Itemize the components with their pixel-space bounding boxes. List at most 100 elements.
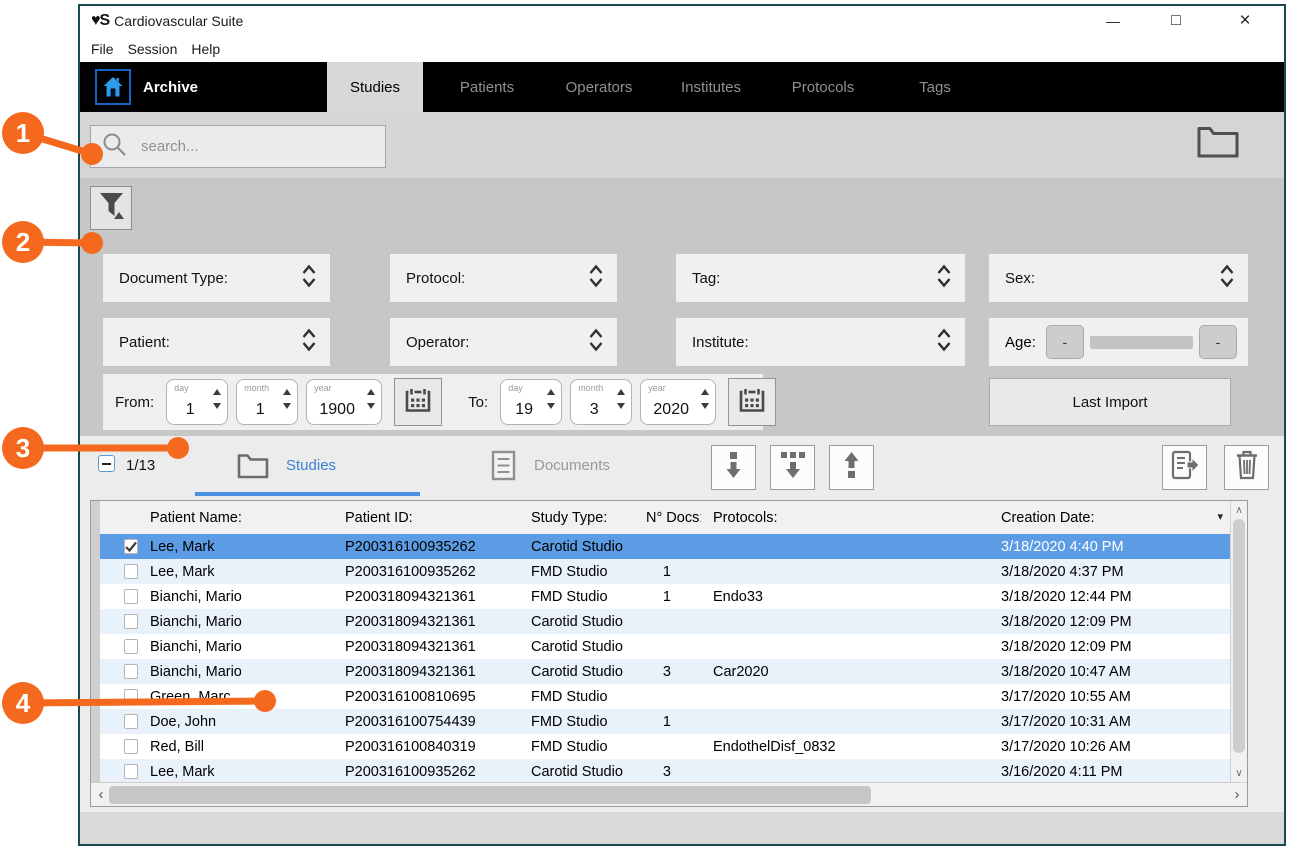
chevron-updown-icon (588, 263, 604, 293)
scroll-down-icon[interactable]: ∨ (1231, 765, 1247, 781)
spinner-arrows[interactable] (617, 389, 625, 409)
table-row[interactable]: Lee, MarkP200316100935262FMD Studio13/18… (100, 559, 1230, 584)
filter-dropdown-operator[interactable]: Operator: (390, 318, 617, 366)
to-month-spinner[interactable]: month 3 (570, 379, 632, 425)
filter-dropdown-protocol[interactable]: Protocol: (390, 254, 617, 302)
filter-dropdown-sex[interactable]: Sex: (989, 254, 1248, 302)
search-placeholder: search... (141, 138, 199, 155)
table-row[interactable]: Doe, JohnP200316100754439FMD Studio13/17… (100, 709, 1230, 734)
collapse-button[interactable] (829, 445, 874, 490)
menu-item-session[interactable]: Session (128, 41, 178, 57)
horizontal-scrollbar[interactable]: ‹ › (91, 782, 1247, 806)
row-checkbox[interactable] (124, 614, 138, 629)
row-checkbox[interactable] (124, 564, 138, 579)
vertical-scrollbar-thumb[interactable] (1233, 519, 1245, 753)
maximize-button[interactable]: □ (1159, 6, 1193, 36)
table-row[interactable]: Green, MarcP200316100810695FMD Studio3/1… (100, 684, 1230, 709)
table-row[interactable]: Bianchi, MarioP200318094321361Carotid St… (100, 634, 1230, 659)
last-import-button[interactable]: Last Import (989, 378, 1231, 426)
table-row[interactable]: Bianchi, MarioP200318094321361FMD Studio… (100, 584, 1230, 609)
column-header-patient-name: Patient Name: (138, 510, 333, 526)
cell-patient-id: P200318094321361 (333, 639, 519, 655)
filter-dropdown-patient[interactable]: Patient: (103, 318, 330, 366)
sort-caret-icon[interactable]: ▾ (1217, 510, 1223, 523)
minimize-button[interactable]: — (1096, 6, 1130, 36)
spinner-arrows[interactable] (283, 389, 291, 409)
menu-item-file[interactable]: File (91, 41, 114, 57)
table-row[interactable]: Lee, MarkP200316100935262Carotid Studio3… (100, 534, 1230, 559)
archive-folder-icon[interactable] (1197, 125, 1239, 164)
nav-tab-protocols[interactable]: Protocols (775, 62, 871, 112)
home-icon (95, 69, 131, 105)
to-calendar-button[interactable] (728, 378, 776, 426)
row-checkbox[interactable] (124, 764, 138, 779)
callout-number: 1 (16, 118, 30, 148)
menu-bar: File Session Help (80, 36, 1284, 62)
age-slider-track[interactable] (1090, 336, 1193, 349)
row-checkbox-cell (100, 589, 138, 604)
to-day-spinner[interactable]: day 19 (500, 379, 562, 425)
menu-item-help[interactable]: Help (191, 41, 220, 57)
table-row[interactable]: Lee, MarkP200316100935262Carotid Studio3… (100, 759, 1230, 782)
dropdown-label: Sex: (1005, 270, 1035, 287)
from-calendar-button[interactable] (394, 378, 442, 426)
to-year-spinner[interactable]: year 2020 (640, 379, 716, 425)
tab-studies[interactable]: Studies (286, 457, 336, 474)
tab-documents[interactable]: Documents (534, 457, 610, 474)
row-checkbox[interactable] (124, 739, 138, 754)
home-button[interactable]: Archive (80, 62, 198, 112)
chevron-updown-icon (936, 327, 952, 357)
spinner-arrows[interactable] (367, 389, 375, 409)
filter-button[interactable] (90, 186, 132, 230)
row-checkbox-cell (100, 689, 138, 704)
horizontal-scrollbar-thumb[interactable] (109, 786, 871, 804)
table-gutter (91, 501, 100, 782)
nav-tab-studies[interactable]: Studies (327, 62, 423, 112)
nav-tab-institutes[interactable]: Institutes (663, 62, 759, 112)
export-button[interactable] (1162, 445, 1207, 490)
table-row[interactable]: Bianchi, MarioP200318094321361Carotid St… (100, 659, 1230, 684)
row-checkbox[interactable] (124, 689, 138, 704)
spinner-arrows[interactable] (547, 389, 555, 409)
column-header-n-docs: N° Docs: (634, 510, 701, 526)
from-month-spinner[interactable]: month 1 (236, 379, 298, 425)
nav-tab-patients[interactable]: Patients (439, 62, 535, 112)
close-button[interactable]: × (1228, 6, 1262, 36)
row-checkbox[interactable] (124, 539, 138, 554)
cell-patient-id: P200316100935262 (333, 764, 519, 780)
filter-dropdown-institute[interactable]: Institute: (676, 318, 965, 366)
table-row[interactable]: Bianchi, MarioP200318094321361Carotid St… (100, 609, 1230, 634)
spinner-arrows[interactable] (701, 389, 709, 409)
nav-tab-operators[interactable]: Operators (551, 62, 647, 112)
filter-dropdown-document-type[interactable]: Document Type: (103, 254, 330, 302)
scroll-up-icon[interactable]: ∧ (1231, 502, 1247, 518)
from-year-spinner[interactable]: year 1900 (306, 379, 382, 425)
age-max-handle[interactable]: - (1199, 325, 1237, 359)
age-min-handle[interactable]: - (1046, 325, 1084, 359)
from-day-spinner[interactable]: day 1 (166, 379, 228, 425)
nav-tab-tags[interactable]: Tags (887, 62, 983, 112)
filter-dropdown-tag[interactable]: Tag: (676, 254, 965, 302)
nav-tabs: Studies Patients Operators Institutes Protoc… (327, 62, 999, 112)
row-checkbox[interactable] (124, 714, 138, 729)
dropdown-label: Document Type: (119, 270, 228, 287)
spinner-value: 2020 (645, 401, 697, 419)
cell-patient-id: P200316100754439 (333, 714, 519, 730)
select-all-checkbox[interactable] (98, 455, 115, 472)
cell-creation-date: 3/18/2020 12:44 PM (989, 589, 1132, 605)
row-checkbox[interactable] (124, 639, 138, 654)
cell-creation-date: 3/18/2020 12:09 PM (989, 639, 1132, 655)
spinner-arrows[interactable] (213, 389, 221, 409)
expand-selected-button[interactable] (711, 445, 756, 490)
delete-button[interactable] (1224, 445, 1269, 490)
expand-all-button[interactable] (770, 445, 815, 490)
row-checkbox[interactable] (124, 589, 138, 604)
vertical-scrollbar[interactable]: ∧ ∨ (1230, 501, 1247, 782)
scroll-right-icon[interactable]: › (1229, 783, 1245, 806)
table-row[interactable]: Red, BillP200316100840319FMD StudioEndot… (100, 734, 1230, 759)
nav-bar: Archive Studies Patients Operators Institut… (80, 62, 1284, 112)
scroll-left-icon[interactable]: ‹ (93, 783, 109, 806)
search-input[interactable]: search... (90, 125, 386, 168)
cell-patient-name: Doe, John (138, 714, 333, 730)
row-checkbox[interactable] (124, 664, 138, 679)
